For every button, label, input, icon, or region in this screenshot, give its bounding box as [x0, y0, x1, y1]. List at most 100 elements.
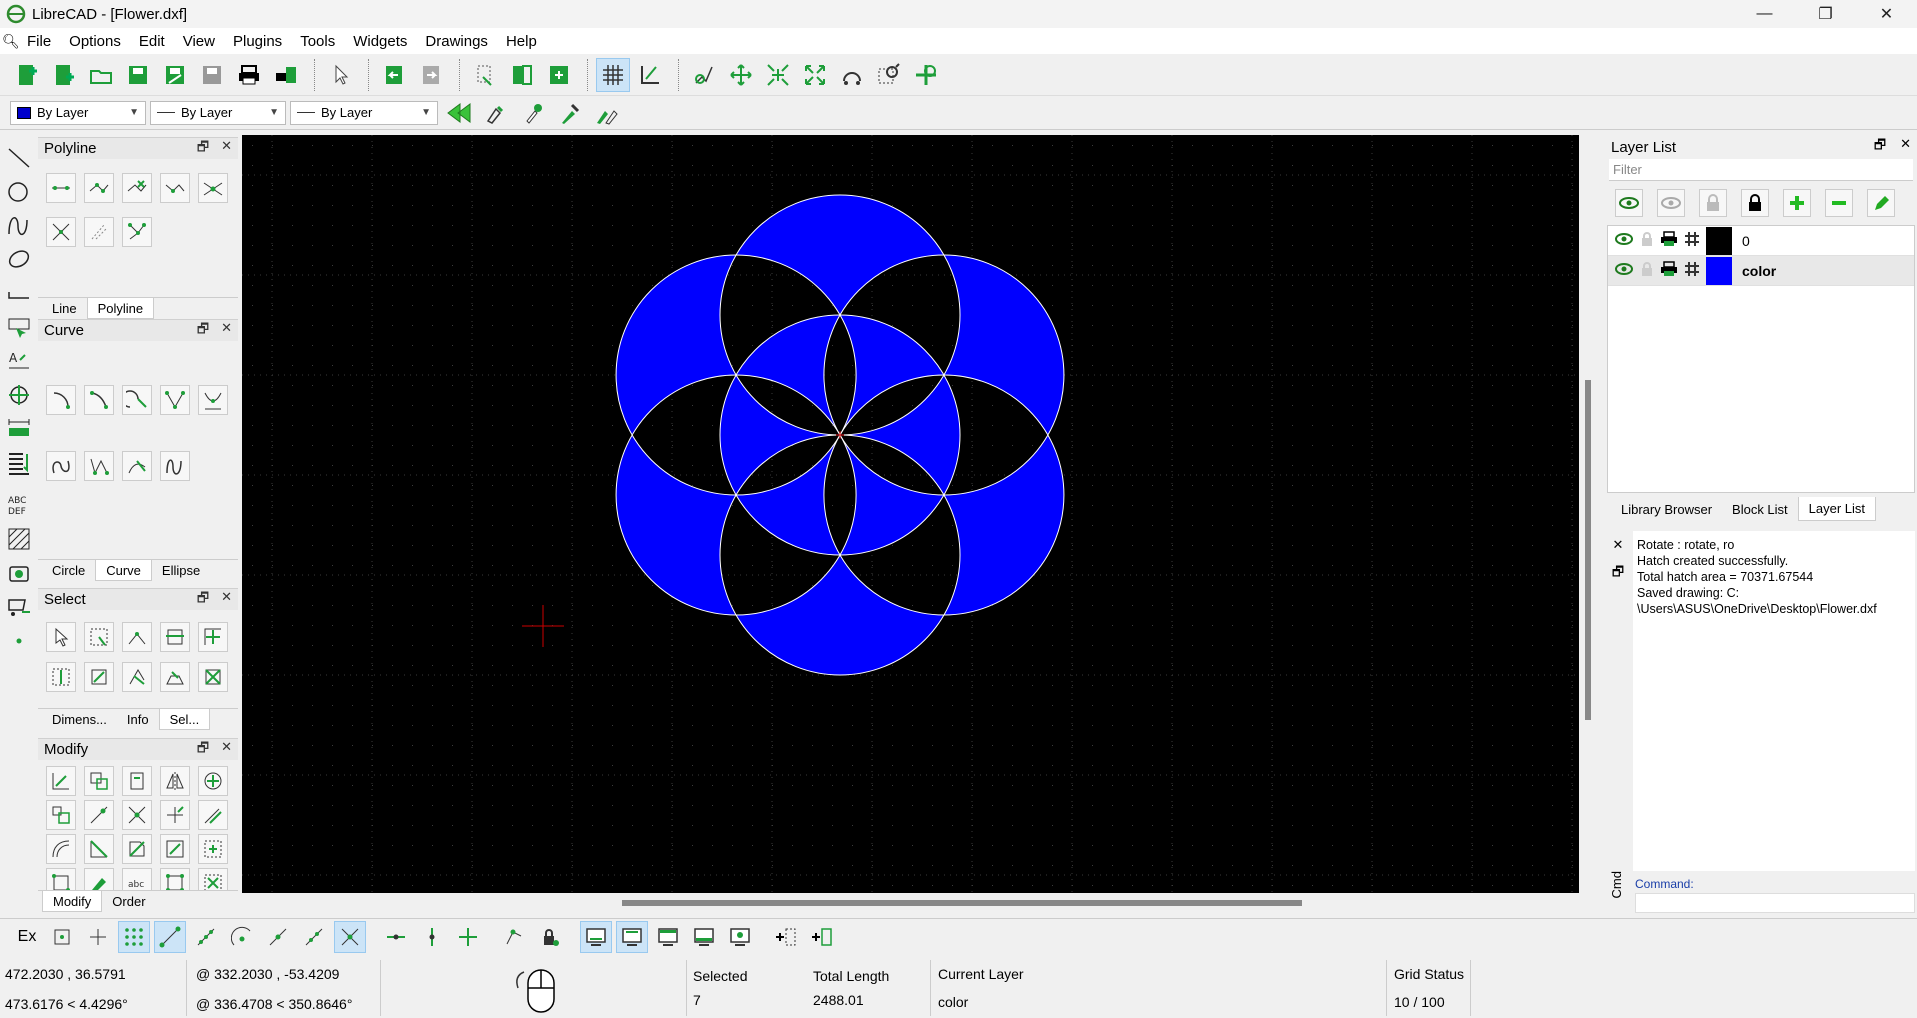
view-layout-1-icon[interactable] [580, 920, 612, 953]
open-file-icon[interactable] [84, 58, 118, 92]
float-icon[interactable]: 🗗︎ [197, 320, 209, 342]
tab-block-list[interactable]: Block List [1722, 497, 1798, 521]
line-tool-icon[interactable] [3, 140, 35, 174]
select-layer-icon[interactable] [198, 622, 228, 652]
pen-copy-icon[interactable] [479, 96, 513, 130]
fillet-icon[interactable] [84, 834, 114, 864]
select-intersected-icon[interactable] [160, 622, 190, 652]
polyline-delete-between-icon[interactable] [160, 173, 190, 203]
view-layout-3-icon[interactable] [652, 921, 684, 953]
hatch-tool-icon[interactable] [3, 522, 35, 556]
remove-layer-icon[interactable] [1825, 189, 1853, 217]
zoom-out-icon[interactable] [761, 58, 795, 92]
save-all-icon[interactable] [195, 58, 229, 92]
polyline-segment-icon[interactable] [84, 217, 114, 247]
polyline-equidistant-icon[interactable] [46, 217, 76, 247]
trim-two-icon[interactable] [122, 800, 152, 830]
menu-edit[interactable]: Edit [130, 33, 174, 50]
vertical-scrollbar[interactable] [1579, 135, 1597, 893]
lock-all-layers-icon[interactable] [1741, 189, 1769, 217]
print-icon[interactable] [232, 58, 266, 92]
color-select[interactable]: By Layer ▼ [10, 100, 146, 125]
menu-view[interactable]: View [174, 33, 224, 50]
view-layout-4-icon[interactable] [688, 921, 720, 953]
print-preview-icon[interactable] [269, 58, 303, 92]
select-intersected-deselect-icon[interactable] [198, 662, 228, 692]
scroll-thumb[interactable] [1585, 380, 1591, 720]
point-tool-icon[interactable] [3, 624, 35, 658]
float-icon[interactable]: 🗗︎ [197, 589, 209, 611]
text-tool-icon[interactable]: A [3, 344, 35, 378]
polyline-append-node-icon[interactable] [84, 173, 114, 203]
tab-polyline[interactable]: Polyline [86, 298, 155, 319]
bevel-icon[interactable] [46, 834, 76, 864]
float-icon[interactable]: 🗗︎ [197, 138, 209, 160]
menu-plugins[interactable]: Plugins [224, 33, 291, 50]
eye-icon[interactable] [1614, 232, 1634, 249]
snap-center-icon[interactable] [226, 921, 258, 953]
arc-tangential-icon[interactable] [122, 385, 152, 415]
lock-relative-zero-icon[interactable] [534, 921, 566, 953]
tab-dimensions[interactable]: Dimens... [42, 709, 117, 730]
eye-icon[interactable] [1614, 262, 1634, 279]
zoom-previous-icon[interactable] [835, 58, 869, 92]
tab-order[interactable]: Order [102, 891, 155, 912]
layer-filter-input[interactable]: Filter [1609, 159, 1913, 181]
pen-apply-icon[interactable] [553, 96, 587, 130]
tab-layer-list[interactable]: Layer List [1797, 497, 1877, 521]
curve-tool-icon[interactable] [3, 208, 35, 242]
stretch-icon[interactable] [160, 834, 190, 864]
printer-icon[interactable] [1660, 261, 1678, 280]
grid-toggle-icon[interactable] [596, 57, 630, 92]
mirror-icon[interactable] [160, 766, 190, 796]
undo-icon[interactable] [377, 58, 411, 92]
select-window-icon[interactable] [84, 622, 114, 652]
zoom-in-icon[interactable] [724, 58, 758, 92]
tab-circle[interactable]: Circle [42, 560, 95, 581]
select-single-icon[interactable] [46, 622, 76, 652]
offset-icon[interactable] [198, 800, 228, 830]
multiline-text-icon[interactable]: ABC DEF [3, 488, 35, 522]
circle-tool-icon[interactable] [3, 174, 35, 208]
close-icon[interactable]: ✕ [1613, 537, 1624, 553]
pen-sync-icon[interactable] [590, 96, 624, 130]
arc-3points-icon[interactable] [84, 385, 114, 415]
edit-layer-icon[interactable] [1867, 189, 1895, 217]
ellipse-tool-icon[interactable] [3, 242, 35, 276]
drawing-canvas[interactable] [242, 135, 1579, 893]
float-icon[interactable]: 🗗︎ [1874, 136, 1886, 158]
parabola-icon[interactable] [84, 451, 114, 481]
unlock-all-layers-icon[interactable] [1699, 189, 1727, 217]
rotate-icon[interactable] [122, 766, 152, 796]
new-from-template-icon[interactable] [47, 58, 81, 92]
lock-icon[interactable] [1640, 231, 1654, 250]
polyline-tool-icon[interactable] [3, 276, 35, 310]
modify-tool-icon[interactable] [3, 446, 35, 480]
menu-drawings[interactable]: Drawings [416, 33, 497, 50]
redraw-icon[interactable] [687, 58, 721, 92]
construction-icon[interactable] [1684, 261, 1700, 280]
layer-row-color[interactable]: color [1608, 256, 1914, 286]
arc-by-tangents-icon[interactable] [122, 451, 152, 481]
restrict-horizontal-icon[interactable] [380, 921, 412, 953]
pen-pick-icon[interactable] [516, 96, 550, 130]
polyline-add-node-icon[interactable] [46, 173, 76, 203]
select-window-deselect-icon[interactable] [160, 662, 190, 692]
tab-curve[interactable]: Curve [95, 560, 152, 581]
menu-options[interactable]: Options [60, 33, 130, 50]
save-as-icon[interactable] [158, 58, 192, 92]
select-contour-icon[interactable] [122, 622, 152, 652]
view-layout-2-icon[interactable] [616, 920, 648, 953]
lock-icon[interactable] [1640, 261, 1654, 280]
relative-zero-icon[interactable] [498, 921, 530, 953]
zoom-window-icon[interactable] [872, 58, 906, 92]
line-width-select[interactable]: By Layer ▼ [290, 100, 438, 125]
snap-on-entity-icon[interactable] [190, 921, 222, 953]
select-tool-icon[interactable] [3, 310, 35, 344]
save-icon[interactable] [121, 58, 155, 92]
exclusive-snap-button[interactable]: Ex [12, 921, 42, 953]
copy-icon[interactable] [505, 58, 539, 92]
construction-icon[interactable] [1684, 231, 1700, 250]
snap-middle-icon[interactable] [262, 921, 294, 953]
spline-through-points-icon[interactable] [198, 385, 228, 415]
